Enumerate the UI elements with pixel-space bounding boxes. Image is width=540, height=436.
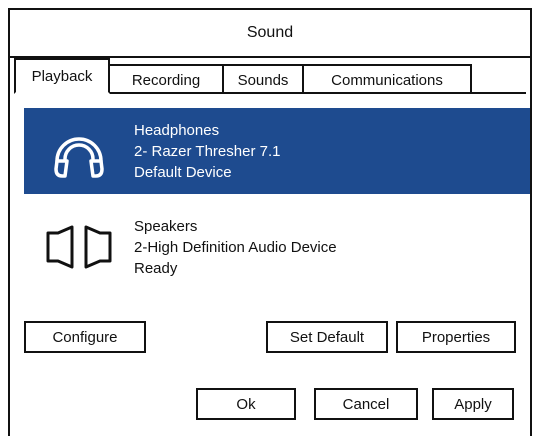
cancel-button[interactable]: Cancel xyxy=(314,388,418,420)
tab-recording[interactable]: Recording xyxy=(108,64,224,94)
device-status: Ready xyxy=(134,259,178,277)
sound-dialog: Sound Playback Recording Sounds Communic… xyxy=(8,8,532,436)
device-headphones[interactable]: Headphones 2- Razer Thresher 7.1 Default… xyxy=(24,108,530,194)
tab-playback[interactable]: Playback xyxy=(14,58,110,94)
window-title: Sound xyxy=(10,10,530,58)
headphones-icon xyxy=(24,108,134,194)
device-name: Speakers xyxy=(134,217,198,235)
device-speakers[interactable]: Speakers 2-High Definition Audio Device … xyxy=(24,204,530,290)
tab-sounds[interactable]: Sounds xyxy=(222,64,304,94)
device-name: Headphones xyxy=(134,121,220,139)
ok-button[interactable]: Ok xyxy=(196,388,296,420)
speakers-icon xyxy=(24,204,134,290)
device-detail: 2-High Definition Audio Device xyxy=(134,238,337,256)
tab-communications[interactable]: Communications xyxy=(302,64,472,94)
tab-bar: Playback Recording Sounds Communications xyxy=(14,58,472,94)
apply-button[interactable]: Apply xyxy=(432,388,514,420)
configure-button[interactable]: Configure xyxy=(24,321,146,353)
set-default-button[interactable]: Set Default xyxy=(266,321,388,353)
device-detail: 2- Razer Thresher 7.1 xyxy=(134,142,281,160)
properties-button[interactable]: Properties xyxy=(396,321,516,353)
device-status: Default Device xyxy=(134,163,232,181)
